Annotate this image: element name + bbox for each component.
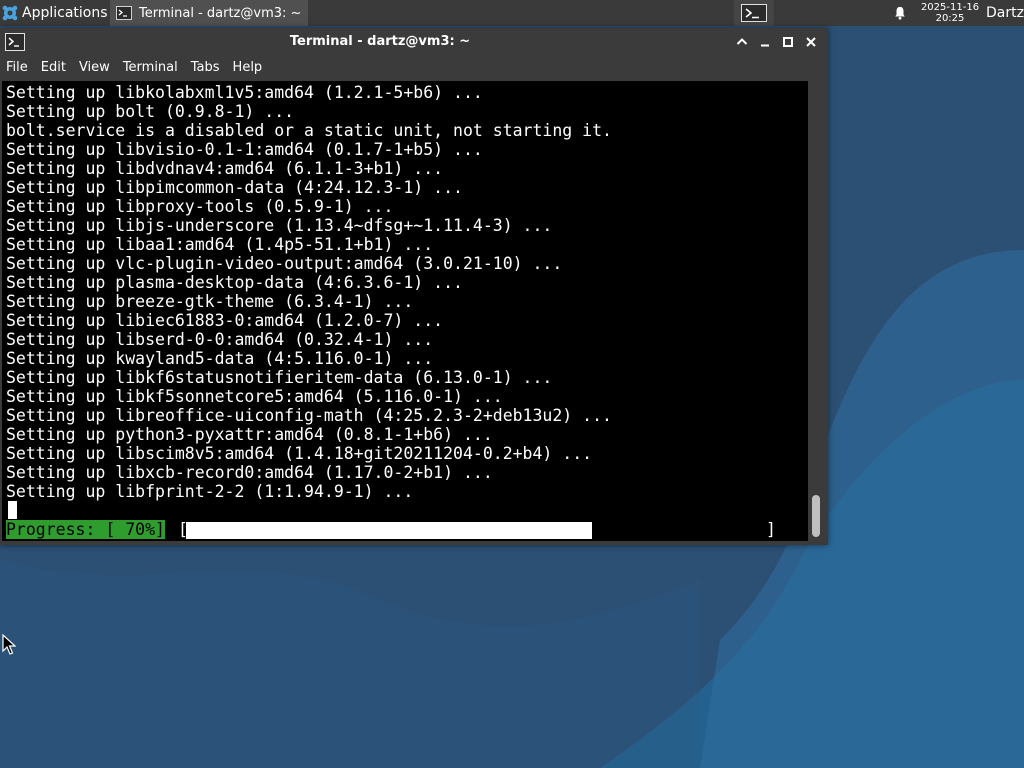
terminal-window: Terminal - dartz@vm3: ~ File Edit View T…	[0, 28, 828, 545]
close-icon	[806, 37, 816, 47]
terminal-line: Setting up libreoffice-uiconfig-math (4:…	[6, 406, 612, 425]
menu-terminal[interactable]: Terminal	[117, 56, 185, 80]
terminal-line: Setting up libvisio-0.1-1:amd64 (0.1.7-1…	[6, 140, 483, 159]
terminal-icon	[116, 6, 132, 20]
terminal-line: Setting up kwayland5-data (4:5.116.0-1) …	[6, 349, 434, 368]
top-panel: Applications ☰ Terminal - dartz@vm3: ~	[0, 0, 1024, 26]
user-menu[interactable]: Dartz	[986, 0, 1024, 26]
terminal-line: Setting up libfprint-2-2 (1:1.94.9-1) ..…	[6, 482, 414, 501]
maximize-button[interactable]	[780, 34, 796, 50]
text-cursor	[8, 501, 17, 519]
window-title: Terminal - dartz@vm3: ~	[289, 34, 471, 49]
terminal-line: Setting up libpimcommon-data (4:24.12.3-…	[6, 178, 463, 197]
vertical-scrollbar[interactable]	[808, 81, 826, 541]
chevron-up-icon	[736, 38, 748, 45]
terminal-line: Setting up python3-pyxattr:amd64 (0.8.1-…	[6, 425, 493, 444]
terminal-line: Setting up libdvdnav4:amd64 (6.1.1-3+b1)…	[6, 159, 444, 178]
terminal-line: Setting up libjs-underscore (1.13.4~dfsg…	[6, 216, 553, 235]
terminal-line: Setting up libserd-0-0:amd64 (0.32.4-1) …	[6, 330, 434, 349]
taskbar-terminal-label: Terminal - dartz@vm3: ~	[139, 5, 302, 21]
clock-time: 20:25	[935, 13, 965, 24]
terminal-line: Setting up libkolabxml1v5:amd64 (1.2.1-5…	[6, 83, 483, 102]
terminal-line: Setting up libkf5sonnetcore5:amd64 (5.11…	[6, 387, 503, 406]
terminal-line: Setting up vlc-plugin-video-output:amd64…	[6, 254, 563, 273]
desktop-background: Applications ☰ Terminal - dartz@vm3: ~	[0, 0, 1024, 768]
progress-bracket-close: ]	[766, 520, 776, 539]
menu-tabs[interactable]: Tabs	[185, 56, 227, 80]
terminal-line: Setting up plasma-desktop-data (4:6.3.6-…	[6, 273, 463, 292]
clock[interactable]: 2025-11-16 20:25	[918, 0, 982, 26]
scrollbar-thumb[interactable]	[812, 495, 820, 537]
terminal-line: Setting up libaa1:amd64 (1.4p5-51.1+b1) …	[6, 235, 434, 254]
cursor-line	[6, 501, 17, 520]
menubar: File Edit View Terminal Tabs Help	[0, 56, 828, 80]
terminal-lines: Setting up libkolabxml1v5:amd64 (1.2.1-5…	[6, 83, 806, 501]
minimize-button[interactable]	[757, 34, 773, 50]
minimize-icon	[761, 44, 769, 47]
terminal-line: Setting up libscim8v5:amd64 (1.4.18+git2…	[6, 444, 593, 463]
clock-date: 2025-11-16	[920, 2, 980, 13]
menu-view[interactable]: View	[73, 56, 117, 80]
terminal-icon	[741, 4, 767, 22]
menu-file[interactable]: File	[0, 56, 35, 80]
progress-label: Progress: [ 70%]	[6, 520, 165, 539]
shade-button[interactable]	[734, 34, 750, 50]
xfce-mouse-icon	[2, 5, 18, 21]
menu-edit[interactable]: Edit	[35, 56, 73, 80]
terminal-output[interactable]: Setting up libkolabxml1v5:amd64 (1.2.1-5…	[2, 81, 808, 541]
terminal-line: Setting up breeze-gtk-theme (6.3.4-1) ..…	[6, 292, 414, 311]
terminal-line: Setting up libkf6statusnotifieritem-data…	[6, 368, 553, 387]
applications-label: Applications	[22, 5, 108, 21]
launcher-terminal-button[interactable]	[734, 0, 774, 26]
terminal-line: Setting up bolt (0.9.8-1) ...	[6, 102, 295, 121]
terminal-line: Setting up libiec61883-0:amd64 (1.2.0-7)…	[6, 311, 444, 330]
applications-menu[interactable]: Applications ☰	[2, 0, 120, 26]
taskbar-terminal-button[interactable]: Terminal - dartz@vm3: ~	[110, 0, 308, 26]
mouse-pointer-icon	[2, 634, 16, 655]
progress-bar	[186, 522, 766, 539]
terminal-line: Setting up libproxy-tools (0.5.9-1) ...	[6, 197, 394, 216]
menu-help[interactable]: Help	[227, 56, 270, 80]
user-name-label: Dartz	[986, 5, 1024, 21]
progress-row: Progress: [ 70%] [ ]	[6, 520, 806, 539]
bell-icon	[895, 6, 905, 20]
maximize-icon	[783, 37, 793, 47]
close-button[interactable]	[803, 34, 819, 50]
notifications-button[interactable]	[890, 0, 910, 26]
window-titlebar[interactable]: Terminal - dartz@vm3: ~	[0, 28, 828, 56]
terminal-line: Setting up libxcb-record0:amd64 (1.17.0-…	[6, 463, 493, 482]
terminal-line: bolt.service is a disabled or a static u…	[6, 121, 612, 140]
progress-bar-fill	[186, 522, 592, 539]
